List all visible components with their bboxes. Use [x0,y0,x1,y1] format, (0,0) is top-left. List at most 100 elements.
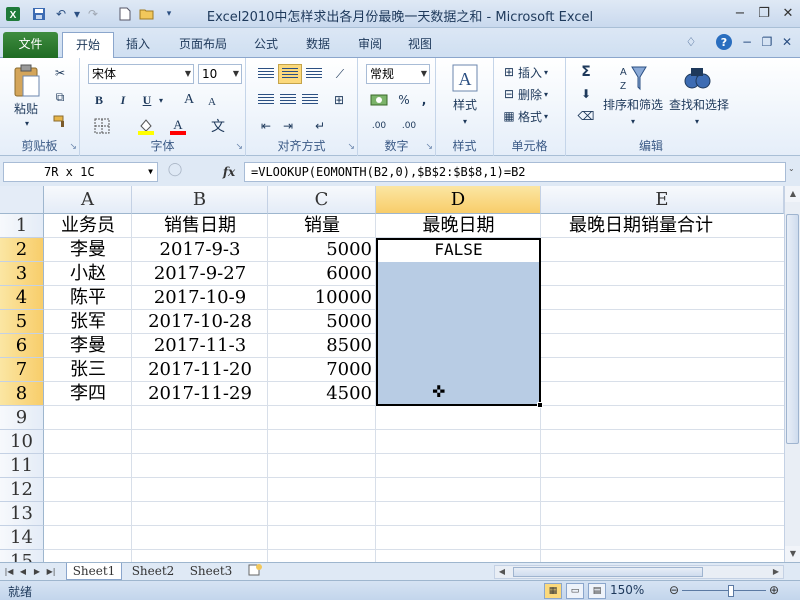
italic-button[interactable]: I [114,90,132,110]
row-header-5[interactable]: 5 [0,310,44,334]
first-sheet-icon[interactable]: |◀ [2,565,16,579]
row-header-13[interactable]: 13 [0,502,44,526]
tab-review[interactable]: 审阅 [350,32,390,58]
next-sheet-icon[interactable]: ▶ [30,565,44,579]
align-left-icon[interactable] [256,90,276,110]
new-file-icon[interactable] [116,5,134,23]
insert-sheet-icon[interactable] [244,563,266,580]
cell-c3[interactable]: 6000 [268,262,376,286]
scroll-down-icon[interactable]: ▼ [785,546,800,562]
name-box[interactable]: 7R x 1C ▼ [3,162,158,182]
number-format-combo[interactable]: 常规 ▼ [366,64,430,84]
paste-dropdown-icon[interactable]: ▾ [22,118,32,128]
delete-cells-button[interactable]: ⊟ 删除 ▾ [500,84,562,104]
row-header-2[interactable]: 2 [0,238,44,262]
font-name-combo[interactable]: 宋体 ▼ [88,64,194,84]
fill-handle[interactable] [537,402,543,408]
column-header-d[interactable]: D [376,186,541,214]
align-bottom-icon[interactable] [304,64,324,84]
chevron-down-icon[interactable]: ▼ [233,65,239,83]
sort-dropdown-icon[interactable]: ▾ [628,116,638,126]
row-header-1[interactable]: 1 [0,214,44,238]
cell-c2[interactable]: 5000 [268,238,376,262]
zoom-out-icon[interactable]: ⊖ [668,584,680,596]
fill-icon[interactable]: ⬇ [572,84,600,104]
cell-a7[interactable]: 张三 [44,358,132,382]
sort-filter-button[interactable]: 排序和筛选 [600,96,666,112]
paste-icon[interactable] [8,62,44,102]
format-cells-button[interactable]: ▦ 格式 ▾ [500,106,562,126]
prev-sheet-icon[interactable]: ◀ [16,565,30,579]
column-header-b[interactable]: B [132,186,268,214]
worksheet-grid[interactable]: A B C D E 1 2 3 4 5 6 7 8 9 10 11 12 13 … [0,186,784,562]
workbook-restore-icon[interactable]: ❐ [758,33,776,51]
restore-icon[interactable]: ❐ [752,3,776,23]
paste-button[interactable]: 粘贴 [8,100,44,116]
cell-b1[interactable]: 销售日期 [132,214,268,238]
sheet-tab-sheet3[interactable]: Sheet3 [184,563,238,580]
accounting-format-icon[interactable] [366,90,392,110]
normal-view-icon[interactable]: ▦ [544,583,562,599]
zoom-knob[interactable] [728,585,734,597]
find-select-button[interactable]: 查找和选择 [666,96,732,112]
page-break-view-icon[interactable]: ▤ [588,583,606,599]
wrap-text-icon[interactable]: ↵ [306,116,334,136]
expand-formula-bar-icon[interactable]: ⌄ [788,164,798,180]
cell-b7[interactable]: 2017-11-20 [132,358,268,382]
chevron-down-icon[interactable]: ▼ [148,163,153,181]
open-folder-icon[interactable] [138,5,156,23]
tab-page-layout[interactable]: 页面布局 [170,32,236,58]
sheet-tab-sheet2[interactable]: Sheet2 [126,563,180,580]
align-middle-icon[interactable] [278,64,302,84]
cell-a1[interactable]: 业务员 [44,214,132,238]
cell-a5[interactable]: 张军 [44,310,132,334]
workbook-minimize-icon[interactable]: − [738,33,756,51]
scroll-up-icon[interactable]: ▲ [785,186,800,202]
cell-b2[interactable]: 2017-9-3 [132,238,268,262]
select-all-corner[interactable] [0,186,44,214]
cell-c8[interactable]: 4500 [268,382,376,406]
styles-dropdown-icon[interactable]: ▾ [460,116,470,126]
number-dialog-launcher-icon[interactable]: ↘ [425,142,433,152]
sheet-tab-sheet1[interactable]: Sheet1 [66,563,122,580]
bold-button[interactable]: B [90,90,108,110]
shrink-font-button[interactable]: A [202,92,222,112]
font-color-icon[interactable]: A [166,116,190,136]
insert-function-button[interactable]: fx [218,162,240,182]
copy-icon[interactable]: ⧉ [50,88,70,106]
column-header-c[interactable]: C [268,186,376,214]
save-icon[interactable] [30,5,48,23]
cell-c4[interactable]: 10000 [268,286,376,310]
merge-center-icon[interactable]: ⊞ [324,90,354,110]
cell-b5[interactable]: 2017-10-28 [132,310,268,334]
cell-b8[interactable]: 2017-11-29 [132,382,268,406]
cell-a8[interactable]: 李四 [44,382,132,406]
formula-bar-resize-handle[interactable]: ◯ [166,162,184,182]
cell-e1[interactable]: 最晚日期销量合计 [541,214,741,238]
find-select-icon[interactable] [680,62,714,94]
workbook-close-icon[interactable]: ✕ [778,33,796,51]
font-dialog-launcher-icon[interactable]: ↘ [235,142,243,152]
cell-c1[interactable]: 销量 [268,214,376,238]
increase-decimal-button[interactable]: .00 [366,116,392,136]
excel-app-icon[interactable]: X [4,5,22,23]
underline-dropdown-icon[interactable]: ▾ [156,90,166,110]
cell-a2[interactable]: 李曼 [44,238,132,262]
cell-b4[interactable]: 2017-10-9 [132,286,268,310]
fill-color-icon[interactable] [134,116,158,136]
row-header-6[interactable]: 6 [0,334,44,358]
row-header-3[interactable]: 3 [0,262,44,286]
tab-formulas[interactable]: 公式 [246,32,286,58]
font-size-combo[interactable]: 10 ▼ [198,64,242,84]
clipboard-dialog-launcher-icon[interactable]: ↘ [69,142,77,152]
phonetic-button[interactable]: 文 [206,116,230,136]
alignment-dialog-launcher-icon[interactable]: ↘ [347,142,355,152]
redo-icon[interactable]: ↷ [84,5,102,23]
cell-a6[interactable]: 李曼 [44,334,132,358]
row-header-15[interactable]: 15 [0,550,44,562]
underline-button[interactable]: U [138,90,156,110]
chevron-down-icon[interactable]: ▼ [421,65,427,83]
row-header-14[interactable]: 14 [0,526,44,550]
styles-button[interactable]: 样式 [440,96,490,112]
align-top-icon[interactable] [256,64,276,84]
